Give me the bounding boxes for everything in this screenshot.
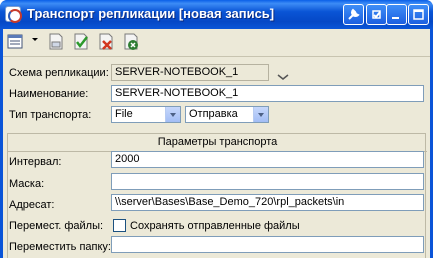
save-sent-label[interactable]: Сохранять отправленные файлы — [130, 220, 300, 232]
save-sent-checkbox[interactable] — [113, 219, 126, 232]
interval-label: Интервал: — [9, 156, 62, 168]
chevron-down-icon[interactable] — [165, 107, 180, 122]
scheme-label: Схема репликации: — [9, 67, 109, 79]
window-title: Транспорт репликации [новая запись] — [27, 6, 275, 21]
move-files-label: Перемест. файлы: — [9, 220, 104, 232]
delete-icon[interactable] — [95, 31, 117, 53]
maximize-button[interactable] — [408, 4, 429, 25]
transport-type-label: Тип транспорта: — [9, 109, 92, 121]
tools-icon[interactable] — [343, 4, 364, 25]
minimize-button[interactable] — [386, 4, 407, 25]
interval-field[interactable]: 2000 — [111, 151, 424, 168]
save-icon[interactable] — [45, 31, 67, 53]
address-label: Адресат: — [9, 199, 55, 211]
move-folder-label: Переместить папку: — [9, 241, 111, 253]
scheme-field: SERVER-NOTEBOOK_1 — [111, 64, 269, 81]
save-close-icon[interactable] — [70, 31, 92, 53]
chevron-down-icon[interactable] — [32, 38, 38, 41]
chevron-down-icon[interactable] — [253, 107, 268, 122]
close-window-icon[interactable] — [120, 31, 142, 53]
title-bar[interactable]: Транспорт репликации [новая запись] — [0, 0, 433, 29]
dialog-client-area: Схема репликации: SERVER-NOTEBOOK_1 Наим… — [3, 29, 430, 258]
address-field[interactable]: \\server\Bases\Base_Demo_720\rpl_packets… — [111, 194, 424, 211]
toolbar — [3, 29, 430, 57]
name-label: Наименование: — [9, 88, 89, 100]
dialog-window: Транспорт репликации [новая запись] Схем… — [0, 0, 433, 258]
menu-icon[interactable] — [5, 31, 27, 53]
direction-select[interactable]: Отправка — [185, 106, 269, 123]
transport-type-select[interactable]: File — [111, 106, 181, 123]
app-icon — [5, 6, 22, 23]
transport-type-value: File — [115, 108, 133, 120]
pin-icon[interactable] — [366, 4, 387, 25]
direction-value: Отправка — [189, 108, 238, 120]
chevron-down-icon[interactable] — [276, 72, 290, 82]
mask-field[interactable] — [111, 173, 424, 190]
move-folder-field[interactable] — [111, 236, 424, 253]
group-title: Параметры транспорта — [157, 136, 278, 148]
name-field[interactable]: SERVER-NOTEBOOK_1 — [111, 85, 424, 102]
mask-label: Маска: — [9, 178, 45, 190]
